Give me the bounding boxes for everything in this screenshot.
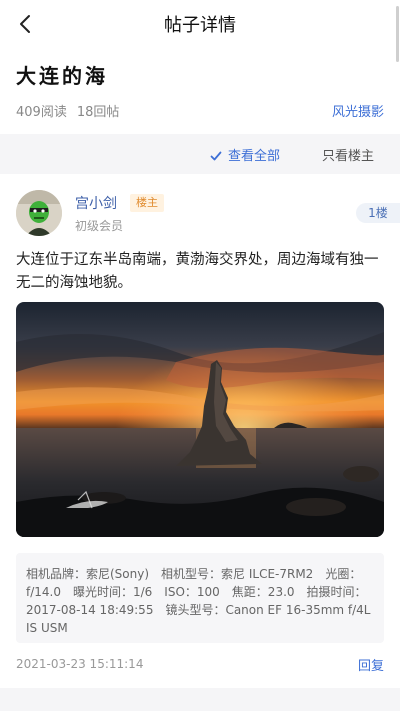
scrollbar-thumb[interactable] <box>396 6 399 62</box>
reply-button[interactable]: 回复 <box>358 655 384 674</box>
filter-bar: 查看全部 只看楼主 <box>0 134 400 174</box>
author-level: 初级会员 <box>75 219 124 233</box>
author-avatar[interactable] <box>16 190 62 236</box>
owner-badge: 楼主 <box>130 194 164 212</box>
reply-count: 18回帖 <box>76 105 120 120</box>
page-title: 帖子详情 <box>164 15 236 36</box>
view-all-button[interactable]: 查看全部 <box>210 145 280 164</box>
category-link[interactable]: 风光摄影 <box>332 101 384 120</box>
read-count: 409阅读 <box>16 105 67 120</box>
post-content: 大连位于辽东半岛南端，黄渤海交界处，周边海域有独一无二的海蚀地貌。 <box>16 252 379 291</box>
floor-number-badge: 1楼 <box>356 203 400 223</box>
post-date: 2021-03-23 15:11:14 <box>16 657 144 671</box>
seascape-photo <box>16 302 384 537</box>
section-divider <box>0 688 400 711</box>
post-title: 大连的海 <box>16 64 108 88</box>
post-photo[interactable] <box>16 302 384 537</box>
view-all-label: 查看全部 <box>228 149 281 164</box>
owner-only-button[interactable]: 只看楼主 <box>322 145 374 164</box>
avatar-image <box>16 190 62 236</box>
author-name[interactable]: 宫小剑 <box>75 193 117 213</box>
check-icon <box>210 151 222 161</box>
exif-info: 相机品牌：索尼(Sony) 相机型号：索尼 ILCE-7RM2 光圈：f/14.… <box>16 553 384 643</box>
top-nav-bar: 帖子详情 <box>0 0 400 48</box>
post-stats: 409阅读 18回帖 <box>16 101 119 120</box>
